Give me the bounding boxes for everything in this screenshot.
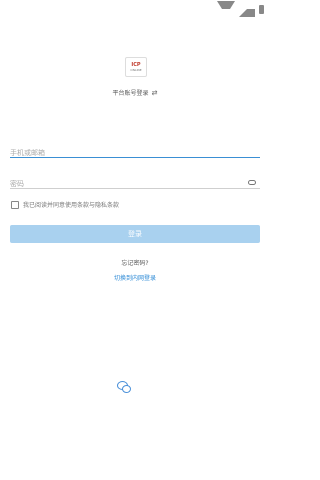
- account-field[interactable]: [10, 144, 260, 158]
- app-logo: ICP ONLINE: [125, 57, 147, 77]
- agreement-checkbox[interactable]: [11, 200, 19, 209]
- password-field[interactable]: [10, 175, 260, 189]
- login-button[interactable]: 登录: [10, 225, 260, 243]
- wechat-icon[interactable]: [117, 381, 131, 393]
- swap-icon[interactable]: ⇄: [152, 89, 158, 97]
- forgot-password-link[interactable]: 忘记密码?: [0, 258, 270, 267]
- status-icons: [217, 1, 264, 17]
- platform-login-label: 平台账号登录: [112, 90, 149, 97]
- switch-intranet-link[interactable]: 切换到内网登录: [0, 273, 270, 282]
- logo-text-sub: ONLINE: [130, 68, 142, 72]
- account-input[interactable]: [10, 149, 230, 157]
- wechat-bubble-small: [122, 385, 131, 393]
- password-input[interactable]: [10, 180, 230, 188]
- status-bar: [0, 0, 270, 17]
- eye-icon[interactable]: [248, 180, 256, 185]
- battery-icon: [259, 4, 264, 14]
- agreement-row[interactable]: 我已阅读并同意使用条款与隐私条款: [11, 200, 119, 209]
- signal-icon: [239, 1, 255, 17]
- agreement-text: 我已阅读并同意使用条款与隐私条款: [23, 202, 120, 209]
- wifi-icon: [217, 1, 235, 17]
- platform-login-switch[interactable]: 平台账号登录 ⇄: [0, 88, 270, 98]
